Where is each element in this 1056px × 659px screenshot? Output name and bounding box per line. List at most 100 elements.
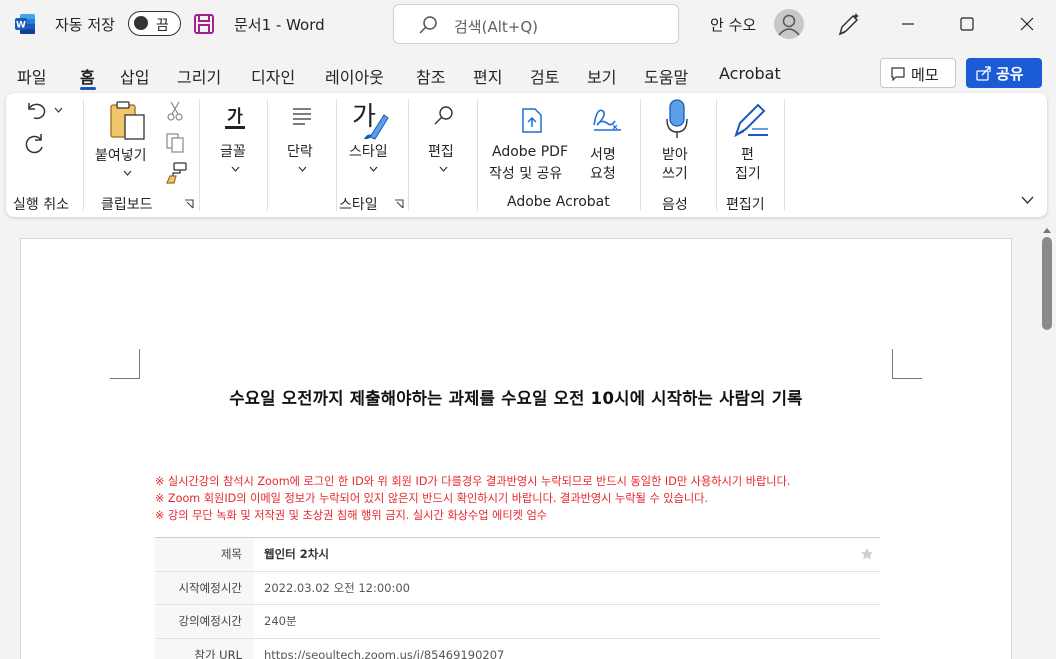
notice-line: ※ 강의 무단 녹화 및 저작권 및 초상권 침해 행위 금지. 실시간 화상수… bbox=[155, 509, 548, 522]
tab-view[interactable]: 보기 bbox=[587, 64, 616, 88]
ribbon-separator bbox=[336, 99, 337, 211]
ribbon-separator bbox=[83, 99, 84, 211]
find-icon[interactable] bbox=[433, 105, 455, 127]
styles-group-label: 스타일 bbox=[339, 197, 378, 213]
ribbon-separator bbox=[716, 99, 717, 211]
styles-launcher-icon[interactable] bbox=[394, 199, 404, 209]
tab-mailings[interactable]: 편지 bbox=[473, 64, 502, 88]
editing-dropdown-chevron-icon[interactable] bbox=[439, 166, 448, 172]
paste-icon[interactable] bbox=[109, 101, 147, 141]
styles-dropdown-chevron-icon[interactable] bbox=[369, 166, 378, 172]
table-row: 강의예정시간 240분 bbox=[155, 605, 880, 639]
comments-label: 메모 bbox=[911, 66, 939, 84]
acrobat-group-label: Adobe Acrobat bbox=[507, 194, 610, 210]
create-pdf-icon[interactable] bbox=[520, 105, 546, 135]
ribbon-separator bbox=[640, 99, 641, 211]
tab-design[interactable]: 디자인 bbox=[251, 64, 295, 88]
toggle-knob bbox=[134, 16, 148, 30]
autosave-toggle[interactable]: 끔 bbox=[128, 11, 181, 36]
table-value: 2022.03.02 오전 12:00:00 bbox=[264, 580, 410, 595]
request-signature-label-2[interactable]: 요청 bbox=[590, 163, 616, 183]
voice-group-label: 음성 bbox=[662, 197, 688, 213]
clipboard-launcher-icon[interactable] bbox=[184, 199, 194, 209]
maximize-button[interactable] bbox=[943, 0, 991, 48]
tab-layout[interactable]: 레이아웃 bbox=[325, 64, 384, 88]
copy-icon[interactable] bbox=[166, 133, 184, 153]
comment-icon bbox=[891, 67, 905, 81]
paragraph-dropdown-chevron-icon[interactable] bbox=[298, 166, 307, 172]
font-dropdown-chevron-icon[interactable] bbox=[231, 166, 240, 172]
star-icon[interactable] bbox=[860, 547, 874, 561]
undo-group-label: 실행 취소 bbox=[13, 197, 69, 213]
table-row: 참가 URL https://seoultech.zoom.us/j/85469… bbox=[155, 638, 880, 659]
tab-home[interactable]: 홈 bbox=[80, 64, 95, 88]
margin-mark-right bbox=[892, 349, 922, 379]
paragraph-label[interactable]: 단락 bbox=[287, 141, 313, 161]
table-key: 제목 bbox=[155, 538, 254, 571]
paste-dropdown-chevron-icon[interactable] bbox=[123, 170, 132, 176]
close-button[interactable] bbox=[1003, 0, 1051, 48]
table-value: 웹인터 2차시 bbox=[264, 547, 329, 561]
save-icon[interactable] bbox=[193, 13, 215, 35]
class-info-table: 제목 웹인터 2차시 시작예정시간 2022.03.02 오전 12:00:00… bbox=[155, 537, 880, 659]
svg-text:W: W bbox=[16, 21, 26, 31]
search-placeholder: 검색(Alt+Q) bbox=[454, 18, 538, 36]
pen-sparkle-icon[interactable] bbox=[836, 12, 862, 36]
svg-text:가: 가 bbox=[227, 107, 243, 127]
format-painter-icon[interactable] bbox=[165, 162, 187, 184]
paste-label[interactable]: 붙여넣기 bbox=[95, 145, 147, 165]
cut-icon[interactable] bbox=[167, 101, 183, 121]
share-label: 공유 bbox=[996, 65, 1024, 83]
editor-pen-icon[interactable] bbox=[730, 99, 770, 139]
tab-insert[interactable]: 삽입 bbox=[120, 64, 149, 88]
ribbon-collapse-chevron-icon[interactable] bbox=[1021, 196, 1034, 204]
table-value: 240분 bbox=[264, 614, 297, 628]
clipboard-group-label: 클립보드 bbox=[101, 197, 153, 213]
tab-draw[interactable]: 그리기 bbox=[177, 64, 221, 88]
editing-label[interactable]: 편집 bbox=[428, 141, 454, 161]
share-button[interactable]: 공유 bbox=[966, 58, 1042, 88]
undo-icon[interactable] bbox=[24, 99, 48, 121]
font-label[interactable]: 글꼴 bbox=[220, 141, 246, 161]
tab-references[interactable]: 참조 bbox=[416, 64, 445, 88]
create-pdf-label-1[interactable]: Adobe PDF bbox=[492, 144, 568, 160]
autosave-state: 끔 bbox=[156, 18, 169, 34]
document-page[interactable]: 수요일 오전까지 제출해야하는 과제를 수요일 오전 10시에 시작하는 사람의… bbox=[20, 238, 1012, 659]
styles-icon[interactable]: 가 bbox=[350, 99, 390, 141]
microphone-icon[interactable] bbox=[664, 99, 690, 139]
user-avatar-icon[interactable] bbox=[774, 9, 804, 39]
vertical-scrollbar-thumb[interactable] bbox=[1042, 237, 1052, 330]
search-box[interactable]: 검색(Alt+Q) bbox=[393, 4, 679, 44]
comments-button[interactable]: 메모 bbox=[880, 58, 956, 88]
ribbon-separator bbox=[267, 99, 268, 211]
create-pdf-label-2[interactable]: 작성 및 공유 bbox=[489, 163, 562, 183]
request-signature-icon[interactable] bbox=[591, 105, 625, 133]
request-signature-label-1[interactable]: 서명 bbox=[590, 144, 616, 164]
ribbon-separator bbox=[477, 99, 478, 211]
minimize-button[interactable] bbox=[884, 0, 932, 48]
scroll-up-arrow-icon[interactable] bbox=[1042, 226, 1052, 234]
dictate-label-2[interactable]: 쓰기 bbox=[662, 163, 688, 183]
dictate-label-1[interactable]: 받아 bbox=[662, 144, 688, 164]
tab-review[interactable]: 검토 bbox=[530, 64, 559, 88]
editor-label-2[interactable]: 집기 bbox=[735, 163, 761, 183]
styles-label[interactable]: 스타일 bbox=[349, 141, 388, 161]
paragraph-icon[interactable] bbox=[292, 107, 312, 125]
tab-acrobat[interactable]: Acrobat bbox=[719, 64, 781, 83]
font-icon[interactable]: 가 bbox=[223, 105, 247, 131]
undo-dropdown-chevron-icon[interactable] bbox=[54, 107, 63, 113]
ribbon-separator bbox=[784, 99, 785, 211]
ribbon-separator bbox=[199, 99, 200, 211]
document-title: 문서1 - Word bbox=[234, 16, 325, 34]
ribbon-separator bbox=[408, 99, 409, 211]
tab-file[interactable]: 파일 bbox=[17, 64, 46, 88]
table-key: 참가 URL bbox=[155, 638, 254, 659]
user-name[interactable]: 안 수오 bbox=[710, 14, 756, 35]
tab-help[interactable]: 도움말 bbox=[644, 64, 688, 88]
editor-label-1[interactable]: 편 bbox=[741, 144, 754, 164]
table-row: 제목 웹인터 2차시 bbox=[155, 538, 880, 572]
table-row: 시작예정시간 2022.03.02 오전 12:00:00 bbox=[155, 571, 880, 605]
ribbon-home: 실행 취소 붙여넣기 클립보드 가 글꼴 단락 가 스타일 스타일 편집 Ado… bbox=[6, 93, 1047, 217]
redo-icon[interactable] bbox=[24, 131, 48, 155]
table-value: https://seoultech.zoom.us/j/85469190207 bbox=[264, 647, 505, 659]
